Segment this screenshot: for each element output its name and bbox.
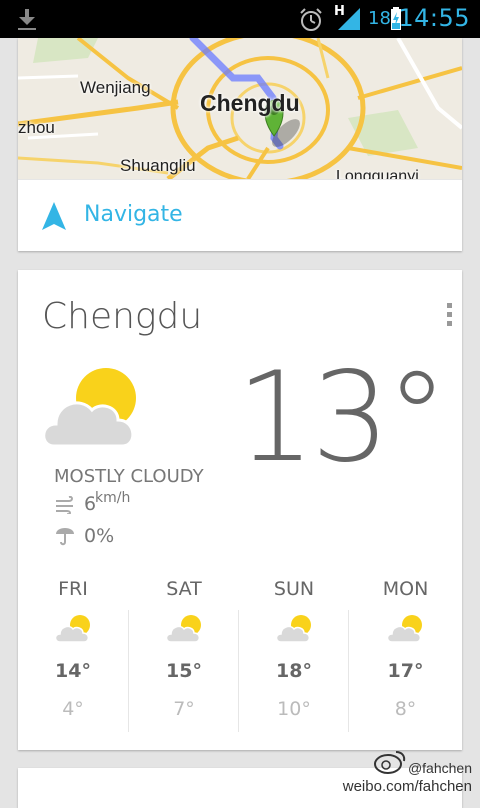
partly-cloudy-icon xyxy=(275,615,311,643)
forecast-day: MON 17° 8° xyxy=(349,570,462,740)
forecast-low: 7° xyxy=(173,698,195,720)
current-temperature: 13° xyxy=(236,346,448,490)
forecast-high: 15° xyxy=(166,660,202,682)
weather-condition: MOSTLY CLOUDY xyxy=(54,466,204,487)
download-icon[interactable] xyxy=(14,6,40,32)
wind-unit: km/h xyxy=(95,490,131,506)
partly-cloudy-icon xyxy=(42,368,136,448)
clock: 14:55 xyxy=(398,4,470,32)
city-name: Chengdu xyxy=(42,296,203,337)
map-label-longquanyi: Longquanyi xyxy=(336,168,419,179)
umbrella-icon xyxy=(56,528,74,546)
map-label-zhou: zhou xyxy=(18,118,55,137)
partly-cloudy-icon xyxy=(386,615,422,643)
forecast-day: SAT 15° 7° xyxy=(129,570,239,740)
precipitation-chance: 0% xyxy=(84,525,115,547)
alarm-clock-icon xyxy=(300,8,322,31)
signal-icon: H xyxy=(334,4,362,32)
map-card[interactable]: Wenjiang Chengdu zhou Shuangliu Longquan… xyxy=(18,38,462,251)
forecast-row: FRI 14° 4° SAT 15° 7° SUN 18° 10° MON 17… xyxy=(18,570,462,740)
partly-cloudy-icon xyxy=(165,615,201,643)
map-label-shuangliu: Shuangliu xyxy=(120,156,196,175)
overflow-menu-icon[interactable] xyxy=(446,302,454,328)
weather-card[interactable]: Chengdu 13° MOSTLY CLOUDY 6 km/h 0% FRI … xyxy=(18,270,462,750)
watermark-handle: @fahchen xyxy=(407,760,472,776)
forecast-day-name: SAT xyxy=(166,578,202,600)
forecast-day: FRI 14° 4° xyxy=(18,570,128,740)
forecast-day: SUN 18° 10° xyxy=(239,570,349,740)
navigate-button[interactable]: Navigate xyxy=(18,179,462,252)
forecast-day-name: SUN xyxy=(273,578,315,600)
forecast-high: 18° xyxy=(276,660,312,682)
forecast-low: 10° xyxy=(277,698,311,720)
forecast-high: 17° xyxy=(387,660,424,682)
forecast-high: 14° xyxy=(55,660,91,682)
wind-icon xyxy=(56,496,73,514)
map-label-wenjiang: Wenjiang xyxy=(80,78,151,97)
navigate-label: Navigate xyxy=(84,202,183,227)
watermark-url: weibo.com/fahchen xyxy=(342,778,472,795)
forecast-day-name: MON xyxy=(382,578,429,600)
forecast-low: 4° xyxy=(62,698,84,720)
weibo-logo-icon xyxy=(374,751,406,774)
network-type: H xyxy=(334,4,345,19)
map-label-chengdu: Chengdu xyxy=(200,90,300,116)
forecast-low: 8° xyxy=(394,698,417,720)
status-bar: H 18 14:55 xyxy=(0,0,480,38)
navigate-arrow-icon xyxy=(42,202,66,230)
map-view[interactable]: Wenjiang Chengdu zhou Shuangliu Longquan… xyxy=(18,38,462,179)
battery-level: 18 xyxy=(368,8,391,29)
partly-cloudy-icon xyxy=(54,615,90,643)
forecast-day-name: FRI xyxy=(58,578,88,600)
